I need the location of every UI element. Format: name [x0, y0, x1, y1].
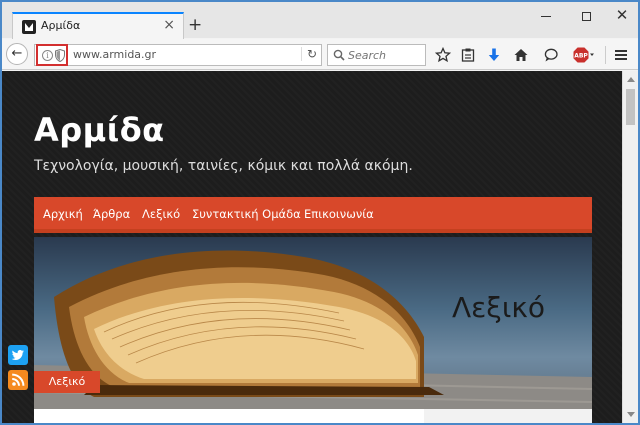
url-bar[interactable]: i www.armida.gr ↻ — [34, 44, 322, 66]
home-icon[interactable] — [513, 47, 529, 63]
browser-window: Αρμίδα × + ✕ ← i www.armida.gr ↻ Search … — [2, 2, 638, 423]
page-scrollbar[interactable] — [622, 71, 638, 423]
tab-title: Αρμίδα — [41, 19, 81, 32]
reload-button[interactable]: ↻ — [300, 47, 317, 61]
site-tagline: Τεχνολογία, μουσική, ταινίες, κόμικ και … — [34, 158, 413, 174]
site-title[interactable]: Αρμίδα — [34, 111, 165, 149]
window-close-button[interactable]: ✕ — [602, 6, 638, 28]
site-main-menu: Αρχική Άρθρα Λεξικό Συντακτική Ομάδα Επι… — [34, 197, 592, 233]
toolbar-separator — [605, 46, 606, 64]
menu-item-contact[interactable]: Επικοινωνία — [304, 207, 374, 221]
hero-banner[interactable]: Λεξικό Λεξικό — [34, 237, 592, 409]
chat-icon[interactable] — [543, 47, 559, 63]
minimize-button[interactable] — [526, 6, 566, 28]
site-identity-box[interactable]: i — [36, 44, 68, 66]
reading-list-icon[interactable] — [460, 47, 476, 63]
navigation-toolbar: ← i www.armida.gr ↻ Search ABP — [2, 39, 638, 70]
menu-item-editorial-team[interactable]: Συντακτική Ομάδα — [192, 207, 301, 221]
adblock-icon[interactable]: ABP — [573, 47, 595, 63]
hamburger-menu-icon[interactable] — [613, 47, 629, 63]
tracking-shield-icon — [55, 49, 65, 62]
new-tab-button[interactable]: + — [188, 15, 202, 35]
rss-button[interactable] — [8, 370, 28, 390]
scroll-thumb[interactable] — [626, 89, 635, 125]
twitter-icon — [11, 350, 24, 360]
search-input[interactable] — [348, 47, 422, 63]
menu-item-dictionary[interactable]: Λεξικό — [142, 207, 180, 221]
page-viewport: Αρμίδα Τεχνολογία, μουσική, ταινίες, κόμ… — [2, 71, 622, 423]
maximize-button[interactable] — [566, 6, 606, 28]
back-button[interactable]: ← — [6, 43, 28, 65]
maximize-icon — [581, 12, 591, 21]
search-bar[interactable] — [327, 44, 426, 66]
url-text[interactable]: www.armida.gr — [73, 48, 156, 61]
tab-strip: Αρμίδα × + ✕ — [2, 2, 638, 39]
site-favicon-icon — [22, 20, 36, 34]
search-icon — [333, 49, 345, 61]
menu-item-home[interactable]: Αρχική — [43, 207, 83, 221]
tab-close-icon[interactable]: × — [163, 17, 175, 33]
active-tab[interactable]: Αρμίδα × — [12, 12, 184, 39]
adblock-label: ABP — [574, 53, 588, 60]
hero-category-tag[interactable]: Λεξικό — [34, 371, 100, 393]
scroll-up-arrow-icon[interactable] — [627, 77, 635, 82]
rss-icon — [12, 373, 25, 386]
bookmark-star-icon[interactable] — [435, 47, 451, 63]
minimize-icon — [541, 16, 551, 17]
scroll-down-arrow-icon[interactable] — [627, 412, 635, 417]
download-icon[interactable] — [486, 47, 502, 63]
hero-heading: Λεξικό — [452, 291, 546, 324]
sidebar-area — [424, 409, 592, 423]
info-icon: i — [42, 50, 53, 61]
menu-item-articles[interactable]: Άρθρα — [93, 207, 130, 221]
twitter-button[interactable] — [8, 345, 28, 365]
